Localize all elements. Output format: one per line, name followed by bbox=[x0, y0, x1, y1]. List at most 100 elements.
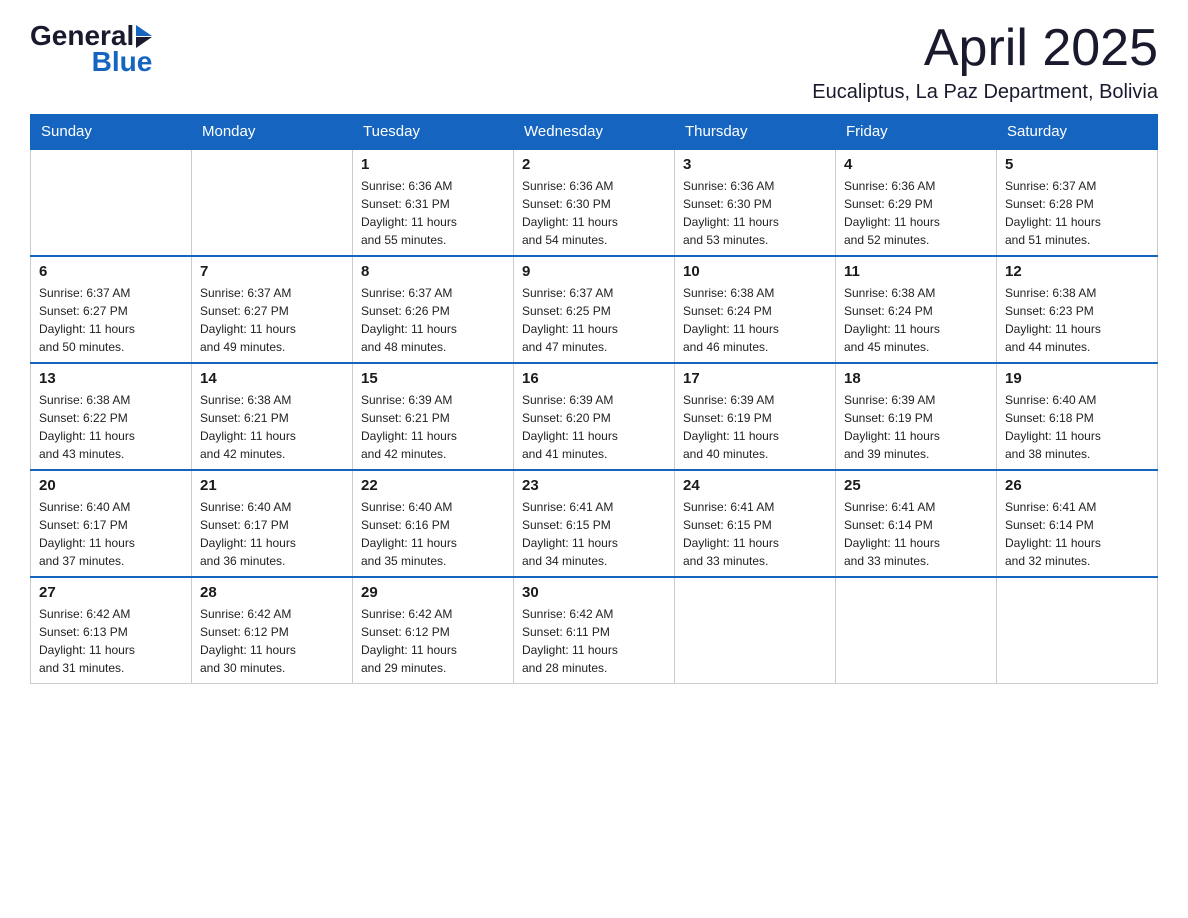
day-number: 9 bbox=[522, 263, 666, 280]
calendar-cell: 26 Sunrise: 6:41 AMSunset: 6:14 PMDayligh… bbox=[997, 470, 1158, 577]
day-number: 20 bbox=[39, 477, 183, 494]
calendar-cell: 23 Sunrise: 6:41 AMSunset: 6:15 PMDayligh… bbox=[514, 470, 675, 577]
day-number: 19 bbox=[1005, 370, 1149, 387]
title-block: April 2025 Eucaliptus, La Paz Department… bbox=[812, 20, 1158, 104]
day-number: 11 bbox=[844, 263, 988, 280]
day-info: Sunrise: 6:40 AMSunset: 6:17 PMDaylight:… bbox=[200, 498, 344, 570]
week-row-5: 27Sunrise: 6:42 AMSunset: 6:13 PMDayligh… bbox=[31, 577, 1158, 684]
calendar-cell: 16 Sunrise: 6:39 AMSunset: 6:20 PMDayligh… bbox=[514, 363, 675, 470]
day-number: 30 bbox=[522, 584, 666, 601]
day-number: 23 bbox=[522, 477, 666, 494]
week-row-4: 20 Sunrise: 6:40 AMSunset: 6:17 PMDayligh… bbox=[31, 470, 1158, 577]
day-number: 26 bbox=[1005, 477, 1149, 494]
day-number: 6 bbox=[39, 263, 183, 280]
calendar-cell: 3 Sunrise: 6:36 AMSunset: 6:30 PMDaylight… bbox=[675, 149, 836, 256]
calendar-cell: 14 Sunrise: 6:38 AMSunset: 6:21 PMDayligh… bbox=[192, 363, 353, 470]
day-info: Sunrise: 6:37 AMSunset: 6:27 PMDaylight:… bbox=[39, 284, 183, 356]
calendar-cell bbox=[997, 577, 1158, 684]
week-row-2: 6 Sunrise: 6:37 AMSunset: 6:27 PMDaylight… bbox=[31, 256, 1158, 363]
day-info: Sunrise: 6:41 AMSunset: 6:15 PMDaylight:… bbox=[522, 498, 666, 570]
calendar-header-row: SundayMondayTuesdayWednesdayThursdayFrid… bbox=[31, 115, 1158, 150]
calendar-cell: 1 Sunrise: 6:36 AMSunset: 6:31 PMDaylight… bbox=[353, 149, 514, 256]
day-info: Sunrise: 6:42 AMSunset: 6:13 PMDaylight:… bbox=[39, 605, 183, 677]
day-info: Sunrise: 6:40 AMSunset: 6:18 PMDaylight:… bbox=[1005, 391, 1149, 463]
day-info: Sunrise: 6:42 AMSunset: 6:11 PMDaylight:… bbox=[522, 605, 666, 677]
day-number: 29 bbox=[361, 584, 505, 601]
calendar-cell: 25Sunrise: 6:41 AMSunset: 6:14 PMDayligh… bbox=[836, 470, 997, 577]
day-info: Sunrise: 6:37 AMSunset: 6:28 PMDaylight:… bbox=[1005, 177, 1149, 249]
calendar-cell: 28 Sunrise: 6:42 AMSunset: 6:12 PMDayligh… bbox=[192, 577, 353, 684]
calendar-cell: 4Sunrise: 6:36 AMSunset: 6:29 PMDaylight… bbox=[836, 149, 997, 256]
week-row-3: 13 Sunrise: 6:38 AMSunset: 6:22 PMDayligh… bbox=[31, 363, 1158, 470]
day-number: 13 bbox=[39, 370, 183, 387]
calendar-cell: 19 Sunrise: 6:40 AMSunset: 6:18 PMDayligh… bbox=[997, 363, 1158, 470]
day-number: 24 bbox=[683, 477, 827, 494]
day-info: Sunrise: 6:40 AMSunset: 6:16 PMDaylight:… bbox=[361, 498, 505, 570]
day-number: 2 bbox=[522, 156, 666, 173]
day-number: 25 bbox=[844, 477, 988, 494]
calendar-cell: 24 Sunrise: 6:41 AMSunset: 6:15 PMDayligh… bbox=[675, 470, 836, 577]
day-number: 17 bbox=[683, 370, 827, 387]
calendar-header-monday: Monday bbox=[192, 115, 353, 150]
logo-blue: Blue bbox=[90, 46, 153, 78]
calendar-cell: 15 Sunrise: 6:39 AMSunset: 6:21 PMDayligh… bbox=[353, 363, 514, 470]
calendar-header-thursday: Thursday bbox=[675, 115, 836, 150]
day-info: Sunrise: 6:41 AMSunset: 6:15 PMDaylight:… bbox=[683, 498, 827, 570]
day-number: 3 bbox=[683, 156, 827, 173]
day-info: Sunrise: 6:37 AMSunset: 6:27 PMDaylight:… bbox=[200, 284, 344, 356]
day-info: Sunrise: 6:36 AMSunset: 6:31 PMDaylight:… bbox=[361, 177, 505, 249]
calendar-cell: 2 Sunrise: 6:36 AMSunset: 6:30 PMDaylight… bbox=[514, 149, 675, 256]
page-header: General Blue April 2025 Eucaliptus, La P… bbox=[30, 20, 1158, 104]
logo: General Blue bbox=[30, 20, 152, 78]
calendar-cell: 21 Sunrise: 6:40 AMSunset: 6:17 PMDayligh… bbox=[192, 470, 353, 577]
day-info: Sunrise: 6:38 AMSunset: 6:23 PMDaylight:… bbox=[1005, 284, 1149, 356]
calendar-cell: 30 Sunrise: 6:42 AMSunset: 6:11 PMDayligh… bbox=[514, 577, 675, 684]
calendar-cell: 5Sunrise: 6:37 AMSunset: 6:28 PMDaylight… bbox=[997, 149, 1158, 256]
day-info: Sunrise: 6:40 AMSunset: 6:17 PMDaylight:… bbox=[39, 498, 183, 570]
day-info: Sunrise: 6:38 AMSunset: 6:22 PMDaylight:… bbox=[39, 391, 183, 463]
calendar-cell bbox=[31, 149, 192, 256]
day-number: 22 bbox=[361, 477, 505, 494]
day-number: 8 bbox=[361, 263, 505, 280]
day-info: Sunrise: 6:41 AMSunset: 6:14 PMDaylight:… bbox=[1005, 498, 1149, 570]
calendar-cell: 17Sunrise: 6:39 AMSunset: 6:19 PMDayligh… bbox=[675, 363, 836, 470]
day-info: Sunrise: 6:38 AMSunset: 6:21 PMDaylight:… bbox=[200, 391, 344, 463]
day-number: 18 bbox=[844, 370, 988, 387]
calendar-cell: 7 Sunrise: 6:37 AMSunset: 6:27 PMDaylight… bbox=[192, 256, 353, 363]
calendar-header-friday: Friday bbox=[836, 115, 997, 150]
calendar-header-saturday: Saturday bbox=[997, 115, 1158, 150]
day-number: 16 bbox=[522, 370, 666, 387]
calendar-cell: 13 Sunrise: 6:38 AMSunset: 6:22 PMDayligh… bbox=[31, 363, 192, 470]
calendar-header-wednesday: Wednesday bbox=[514, 115, 675, 150]
day-info: Sunrise: 6:39 AMSunset: 6:21 PMDaylight:… bbox=[361, 391, 505, 463]
calendar-table: SundayMondayTuesdayWednesdayThursdayFrid… bbox=[30, 114, 1158, 684]
day-info: Sunrise: 6:38 AMSunset: 6:24 PMDaylight:… bbox=[844, 284, 988, 356]
calendar-cell: 10 Sunrise: 6:38 AMSunset: 6:24 PMDayligh… bbox=[675, 256, 836, 363]
day-info: Sunrise: 6:39 AMSunset: 6:20 PMDaylight:… bbox=[522, 391, 666, 463]
calendar-cell: 22 Sunrise: 6:40 AMSunset: 6:16 PMDayligh… bbox=[353, 470, 514, 577]
day-number: 7 bbox=[200, 263, 344, 280]
day-info: Sunrise: 6:36 AMSunset: 6:30 PMDaylight:… bbox=[683, 177, 827, 249]
day-info: Sunrise: 6:42 AMSunset: 6:12 PMDaylight:… bbox=[200, 605, 344, 677]
calendar-cell bbox=[836, 577, 997, 684]
calendar-header-sunday: Sunday bbox=[31, 115, 192, 150]
day-info: Sunrise: 6:36 AMSunset: 6:29 PMDaylight:… bbox=[844, 177, 988, 249]
calendar-cell bbox=[192, 149, 353, 256]
day-number: 15 bbox=[361, 370, 505, 387]
day-number: 10 bbox=[683, 263, 827, 280]
calendar-cell: 11 Sunrise: 6:38 AMSunset: 6:24 PMDayligh… bbox=[836, 256, 997, 363]
day-number: 14 bbox=[200, 370, 344, 387]
day-number: 28 bbox=[200, 584, 344, 601]
day-number: 21 bbox=[200, 477, 344, 494]
day-info: Sunrise: 6:39 AMSunset: 6:19 PMDaylight:… bbox=[844, 391, 988, 463]
calendar-cell: 27Sunrise: 6:42 AMSunset: 6:13 PMDayligh… bbox=[31, 577, 192, 684]
month-title: April 2025 bbox=[812, 20, 1158, 77]
calendar-cell: 12 Sunrise: 6:38 AMSunset: 6:23 PMDayligh… bbox=[997, 256, 1158, 363]
day-info: Sunrise: 6:38 AMSunset: 6:24 PMDaylight:… bbox=[683, 284, 827, 356]
calendar-cell: 9Sunrise: 6:37 AMSunset: 6:25 PMDaylight… bbox=[514, 256, 675, 363]
location-subtitle: Eucaliptus, La Paz Department, Bolivia bbox=[812, 81, 1158, 104]
day-info: Sunrise: 6:37 AMSunset: 6:26 PMDaylight:… bbox=[361, 284, 505, 356]
day-number: 12 bbox=[1005, 263, 1149, 280]
day-number: 1 bbox=[361, 156, 505, 173]
day-info: Sunrise: 6:36 AMSunset: 6:30 PMDaylight:… bbox=[522, 177, 666, 249]
